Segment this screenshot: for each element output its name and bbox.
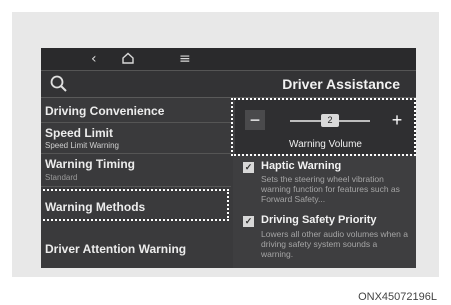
menu-item-label: Speed Limit bbox=[45, 126, 114, 140]
settings-menu: Driving Convenience Speed Limit Speed Li… bbox=[41, 98, 231, 268]
highlight-outline-warning-volume bbox=[231, 98, 416, 156]
top-nav-bar: ‹ ≡ bbox=[41, 48, 416, 71]
option-title: Driving Safety Priority bbox=[261, 214, 377, 226]
home-icon[interactable] bbox=[121, 51, 135, 70]
menu-item-sublabel: Speed Limit Warning bbox=[45, 141, 119, 150]
menu-item-label: Driver Attention Warning bbox=[45, 242, 187, 256]
checkbox-checked-icon[interactable]: ✓ bbox=[243, 162, 254, 173]
header-bar: Driver Assistance bbox=[41, 71, 416, 98]
menu-item-driver-attention-warning[interactable]: Driver Attention Warning bbox=[41, 226, 231, 268]
search-icon[interactable] bbox=[49, 74, 69, 94]
option-haptic-warning[interactable]: ✓ Haptic Warning Sets the steering wheel… bbox=[233, 160, 416, 212]
option-description: Lowers all other audio volumes when a dr… bbox=[261, 229, 408, 259]
infotainment-screen: ‹ ≡ Driver Assistance Driving Convenienc… bbox=[41, 48, 416, 268]
menu-item-driving-convenience[interactable]: Driving Convenience bbox=[41, 98, 231, 123]
chevron-left-icon[interactable]: ‹ bbox=[91, 50, 97, 68]
highlight-outline-warning-methods bbox=[41, 189, 229, 221]
option-driving-safety-priority[interactable]: ✓ Driving Safety Priority Lowers all oth… bbox=[233, 214, 416, 268]
menu-item-sublabel: Standard bbox=[45, 173, 78, 182]
option-title: Haptic Warning bbox=[261, 160, 342, 172]
checkbox-checked-icon[interactable]: ✓ bbox=[243, 216, 254, 227]
page-title: Driver Assistance bbox=[282, 76, 400, 92]
menu-item-warning-timing[interactable]: Warning Timing Standard bbox=[41, 154, 231, 187]
menu-item-label: Warning Timing bbox=[45, 157, 135, 171]
menu-item-label: Driving Convenience bbox=[45, 104, 165, 118]
settings-panel: − 2 + Warning Volume ✓ Haptic Warning Se… bbox=[231, 98, 416, 268]
figure-caption: ONX45072196L bbox=[358, 291, 437, 303]
menu-item-speed-limit[interactable]: Speed Limit Speed Limit Warning bbox=[41, 123, 231, 154]
menu-icon[interactable]: ≡ bbox=[179, 50, 191, 68]
option-description: Sets the steering wheel vibration warnin… bbox=[261, 174, 400, 204]
